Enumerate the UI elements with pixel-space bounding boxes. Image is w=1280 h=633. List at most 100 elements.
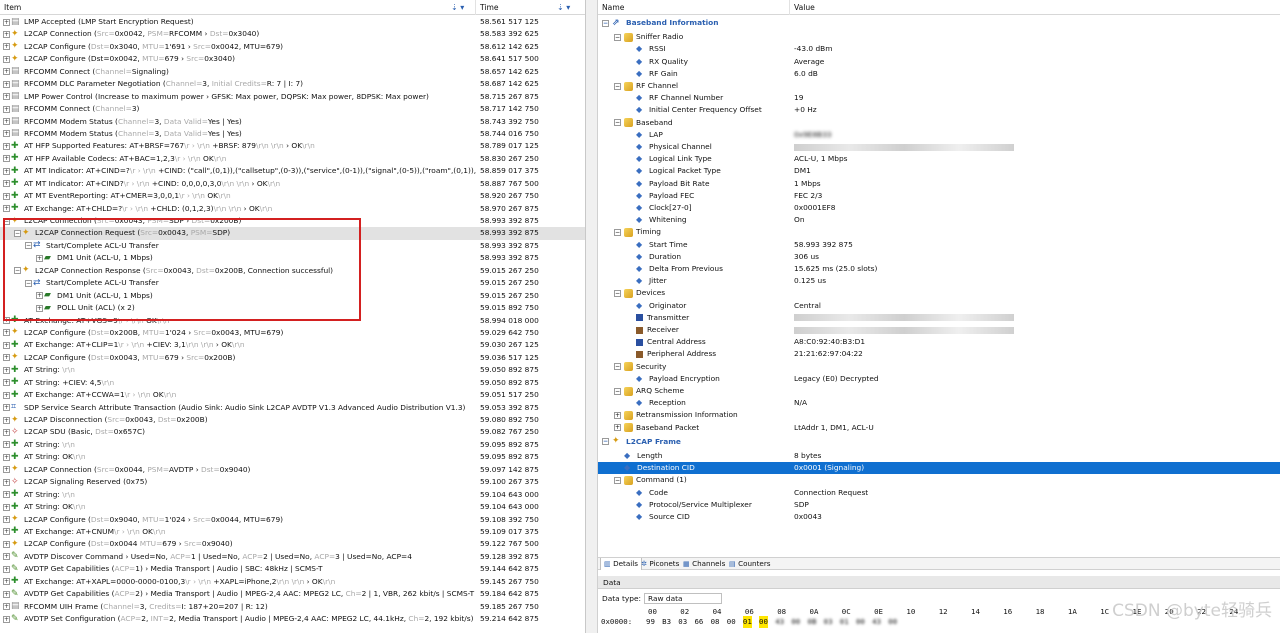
tab-counters[interactable]: ▤ Counters — [726, 558, 774, 570]
detail-row[interactable]: ◆ Clock[27-0] 0x0001EF8 — [598, 202, 1280, 214]
packet-row[interactable]: + ✦ L2CAP Configure (Dst=0x3040, MTU=1'691… — [0, 41, 585, 53]
detail-row[interactable]: − Timing — [598, 226, 1280, 238]
expand-icon[interactable]: + — [3, 466, 10, 474]
detail-row[interactable]: ◆ Payload FEC FEC 2/3 — [598, 190, 1280, 202]
packet-row[interactable]: + ✦ L2CAP Connection (Src=0x0044, PSM=AVDT… — [0, 464, 585, 476]
packet-row[interactable]: + ✚ AT Exchange: AT+CCWA=1\r › \r\n OK\r\n… — [0, 389, 585, 401]
expand-icon[interactable]: + — [3, 590, 10, 598]
hex-byte[interactable]: 03 — [824, 616, 833, 628]
detail-row[interactable]: ◆ RSSI -43.0 dBm — [598, 43, 1280, 55]
expand-icon[interactable]: + — [3, 18, 10, 26]
expand-icon[interactable]: + — [3, 404, 10, 412]
packet-row[interactable]: + ✦ L2CAP Configure (Dst=0x0042, MTU=679 ›… — [0, 53, 585, 65]
packet-row[interactable]: + ✚ AT MT Indicator: AT+CIND=?\r › \r\n +C… — [0, 165, 585, 177]
detail-row[interactable]: ◆ Reception N/A — [598, 397, 1280, 409]
detail-row[interactable]: − ARQ Scheme — [598, 385, 1280, 397]
packet-row[interactable]: + ▤ RFCOMM Connect (Channel=Signaling) 58.6… — [0, 66, 585, 78]
hex-byte[interactable]: 43 — [775, 616, 784, 628]
expand-icon[interactable]: + — [3, 68, 10, 76]
hex-byte[interactable]: 00 — [727, 616, 736, 628]
packet-row[interactable]: + ✎ AVDTP Set Configuration (ACP=2, INT=2,… — [0, 613, 585, 625]
packet-row[interactable]: + ✚ AT Exchange: AT+CLIP=1\r › \r\n +CIEV:… — [0, 339, 585, 351]
collapse-icon[interactable]: − — [614, 363, 621, 371]
detail-row[interactable]: − ⇗ Baseband Information — [598, 17, 1280, 29]
detail-row[interactable]: − ✦ L2CAP Frame — [598, 436, 1280, 448]
expand-icon[interactable]: + — [614, 424, 621, 432]
hex-byte[interactable]: 03 — [678, 616, 687, 628]
collapse-icon[interactable]: − — [614, 119, 621, 127]
packet-row[interactable]: + ✚ AT HFP Available Codecs: AT+BAC=1,2,3\… — [0, 153, 585, 165]
expand-icon[interactable]: + — [3, 491, 10, 499]
detail-row[interactable]: ◆ Logical Packet Type DM1 — [598, 165, 1280, 177]
packet-row[interactable]: + ▤ RFCOMM DLC Parameter Negotiation (Chan… — [0, 78, 585, 90]
expand-icon[interactable]: + — [3, 329, 10, 337]
expand-icon[interactable]: + — [3, 93, 10, 101]
expand-icon[interactable]: + — [3, 441, 10, 449]
hex-byte[interactable]: 00 — [791, 616, 800, 628]
detail-row[interactable]: ◆ RX Quality Average — [598, 56, 1280, 68]
tab-details[interactable]: ▥ Details — [600, 558, 642, 570]
detail-row[interactable]: − RF Channel — [598, 80, 1280, 92]
detail-row[interactable]: ◆ Payload Bit Rate 1 Mbps — [598, 178, 1280, 190]
expand-icon[interactable]: + — [3, 105, 10, 113]
hex-byte[interactable]: 00 — [759, 616, 768, 628]
detail-row[interactable]: ◆ Whitening On — [598, 214, 1280, 226]
expand-icon[interactable]: + — [3, 205, 10, 213]
collapse-icon[interactable]: − — [614, 476, 621, 484]
collapse-icon[interactable]: − — [602, 19, 609, 27]
expand-icon[interactable]: + — [3, 603, 10, 611]
packet-row[interactable]: + ✚ AT MT Indicator: AT+CIND?\r › \r\n +CI… — [0, 178, 585, 190]
packet-row[interactable]: + ✎ AVDTP Get Capabilities (ACP=2) › Media… — [0, 588, 585, 600]
packet-row[interactable]: + ✦ L2CAP Disconnection (Src=0x0043, Dst=0… — [0, 414, 585, 426]
packet-row[interactable]: + ✦ L2CAP Configure (Dst=0x0043, MTU=679 ›… — [0, 352, 585, 364]
packet-row[interactable]: + ✦ L2CAP Configure (Dst=0x9040, MTU=1'024… — [0, 514, 585, 526]
hex-byte[interactable]: 01 — [840, 616, 849, 628]
collapse-icon[interactable]: − — [602, 438, 609, 446]
expand-icon[interactable]: + — [3, 453, 10, 461]
detail-row[interactable]: ◆ Destination CID 0x0001 (Signaling) — [598, 462, 1280, 475]
tab-piconets[interactable]: ✲ Piconets — [638, 558, 682, 570]
packet-row[interactable]: + ✧ L2CAP SDU (Basic, Dst=0x657C) 59.082 76… — [0, 426, 585, 438]
expand-icon[interactable]: + — [3, 30, 10, 38]
detail-row[interactable]: ◆ Code Connection Request — [598, 487, 1280, 499]
expand-icon[interactable]: + — [3, 528, 10, 536]
expand-icon[interactable]: + — [3, 428, 10, 436]
packet-row[interactable]: + ▤ RFCOMM UIH Frame (Channel=3, Credits=I… — [0, 601, 585, 613]
packet-row[interactable]: + ✦ L2CAP Connection (Src=0x0042, PSM=RFCO… — [0, 28, 585, 40]
expand-icon[interactable]: + — [3, 416, 10, 424]
hex-byte[interactable]: 43 — [872, 616, 881, 628]
collapse-icon[interactable]: − — [614, 387, 621, 395]
detail-row[interactable]: ◆ RF Channel Number 19 — [598, 92, 1280, 104]
expand-icon[interactable]: + — [3, 118, 10, 125]
expand-icon[interactable]: + — [3, 192, 10, 200]
hex-byte[interactable]: 08 — [711, 616, 720, 628]
expand-icon[interactable]: + — [3, 366, 10, 374]
detail-row[interactable]: + Retransmission Information — [598, 409, 1280, 421]
packet-row[interactable]: + ▤ RFCOMM Modem Status (Channel=3, Data V… — [0, 128, 585, 140]
packet-row[interactable]: + ✎ AVDTP Get Capabilities (ACP=1) › Media… — [0, 563, 585, 575]
packet-row[interactable]: + ✚ AT String: \r\n 59.104 643 000 — [0, 489, 585, 501]
hex-byte[interactable]: 00 — [888, 616, 897, 628]
expand-icon[interactable]: + — [3, 540, 10, 548]
detail-row[interactable]: ◆ Originator Central — [598, 300, 1280, 312]
packet-row[interactable]: + ✚ AT HFP Supported Features: AT+BRSF=767… — [0, 140, 585, 152]
packet-row[interactable]: + ▤ RFCOMM Modem Status (Channel=3, Data V… — [0, 116, 585, 128]
packet-row[interactable]: + ✚ AT Exchange: AT+CHLD=?\r › \r\n +CHLD:… — [0, 203, 585, 215]
detail-row[interactable]: Peripheral Address 21:21:62:97:04:22 — [598, 348, 1280, 360]
expand-icon[interactable]: + — [614, 411, 621, 419]
expand-icon[interactable]: + — [3, 167, 10, 175]
detail-row[interactable]: ◆ Delta From Previous 15.625 ms (25.0 slot… — [598, 263, 1280, 275]
data-type-select[interactable]: Raw data — [644, 593, 722, 604]
expand-icon[interactable]: + — [3, 43, 10, 51]
expand-icon[interactable]: + — [3, 341, 10, 349]
detail-row[interactable]: ◆ Duration 306 us — [598, 251, 1280, 263]
collapse-icon[interactable]: − — [614, 228, 621, 236]
expand-icon[interactable]: + — [3, 565, 10, 573]
expand-icon[interactable]: + — [3, 55, 10, 63]
detail-row[interactable]: + Baseband Packet LtAddr 1, DM1, ACL-U — [598, 422, 1280, 434]
expand-icon[interactable]: + — [3, 615, 10, 623]
detail-row[interactable]: − Command (1) — [598, 474, 1280, 486]
detail-row[interactable]: ◆ Start Time 58.993 392 875 — [598, 239, 1280, 251]
expand-icon[interactable]: + — [3, 478, 10, 486]
detail-row[interactable]: ◆ Jitter 0.125 us — [598, 275, 1280, 287]
